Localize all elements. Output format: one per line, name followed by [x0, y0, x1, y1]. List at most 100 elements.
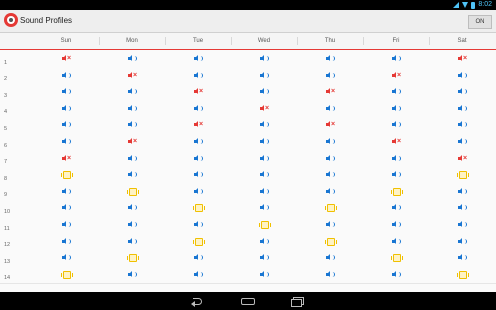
schedule-cell[interactable]: × — [297, 86, 363, 98]
schedule-cell[interactable] — [99, 103, 165, 115]
schedule-cell[interactable] — [33, 136, 99, 148]
schedule-cell[interactable] — [297, 252, 363, 264]
schedule-cell[interactable] — [231, 53, 297, 65]
schedule-cell[interactable] — [165, 136, 231, 148]
schedule-cell[interactable] — [99, 186, 165, 198]
back-icon[interactable] — [190, 295, 206, 307]
schedule-cell[interactable] — [297, 103, 363, 115]
schedule-cell[interactable] — [33, 236, 99, 248]
schedule-cell[interactable] — [231, 269, 297, 281]
schedule-cell[interactable] — [231, 153, 297, 165]
schedule-cell[interactable]: × — [429, 153, 495, 165]
schedule-cell[interactable] — [165, 70, 231, 82]
schedule-cell[interactable] — [231, 202, 297, 214]
schedule-cell[interactable] — [429, 236, 495, 248]
schedule-cell[interactable] — [363, 269, 429, 281]
schedule-cell[interactable] — [231, 136, 297, 148]
schedule-cell[interactable] — [231, 219, 297, 231]
schedule-cell[interactable] — [297, 70, 363, 82]
schedule-cell[interactable]: × — [429, 53, 495, 65]
schedule-cell[interactable] — [33, 269, 99, 281]
schedule-cell[interactable]: × — [363, 70, 429, 82]
schedule-cell[interactable] — [429, 86, 495, 98]
home-icon[interactable] — [241, 295, 255, 307]
schedule-cell[interactable] — [231, 119, 297, 131]
schedule-cell[interactable] — [297, 153, 363, 165]
schedule-cell[interactable] — [165, 169, 231, 181]
schedule-cell[interactable] — [429, 202, 495, 214]
schedule-cell[interactable] — [429, 70, 495, 82]
schedule-cell[interactable] — [429, 169, 495, 181]
schedule-cell[interactable] — [297, 202, 363, 214]
recent-apps-icon[interactable] — [291, 295, 305, 307]
schedule-cell[interactable]: × — [99, 70, 165, 82]
schedule-cell[interactable] — [165, 153, 231, 165]
sound-profiles-app-icon[interactable] — [4, 13, 18, 27]
schedule-cell[interactable] — [363, 53, 429, 65]
schedule-cell[interactable] — [297, 169, 363, 181]
schedule-cell[interactable] — [165, 53, 231, 65]
schedule-cell[interactable] — [165, 186, 231, 198]
schedule-cell[interactable] — [363, 186, 429, 198]
schedule-cell[interactable] — [429, 103, 495, 115]
schedule-cell[interactable] — [429, 219, 495, 231]
schedule-cell[interactable] — [33, 219, 99, 231]
schedule-cell[interactable]: × — [99, 136, 165, 148]
schedule-cell[interactable] — [363, 236, 429, 248]
schedule-cell[interactable] — [33, 202, 99, 214]
schedule-cell[interactable] — [429, 186, 495, 198]
schedule-cell[interactable] — [297, 219, 363, 231]
schedule-cell[interactable] — [165, 202, 231, 214]
schedule-cell[interactable] — [429, 119, 495, 131]
schedule-cell[interactable] — [297, 236, 363, 248]
schedule-cell[interactable] — [429, 252, 495, 264]
schedule-cell[interactable] — [231, 252, 297, 264]
schedule-cell[interactable] — [33, 252, 99, 264]
schedule-cell[interactable] — [297, 186, 363, 198]
schedule-cell[interactable]: × — [363, 136, 429, 148]
schedule-cell[interactable] — [33, 119, 99, 131]
schedule-cell[interactable] — [231, 169, 297, 181]
schedule-cell[interactable] — [99, 202, 165, 214]
schedule-cell[interactable]: × — [33, 153, 99, 165]
schedule-cell[interactable] — [99, 119, 165, 131]
schedule-cell[interactable] — [99, 219, 165, 231]
schedule-cell[interactable] — [99, 236, 165, 248]
schedule-cell[interactable]: × — [165, 119, 231, 131]
schedule-cell[interactable] — [99, 169, 165, 181]
schedule-cell[interactable] — [363, 252, 429, 264]
schedule-cell[interactable] — [429, 136, 495, 148]
schedule-cell[interactable]: × — [165, 86, 231, 98]
schedule-cell[interactable] — [33, 70, 99, 82]
schedule-cell[interactable] — [231, 186, 297, 198]
schedule-cell[interactable] — [165, 103, 231, 115]
schedule-cell[interactable] — [99, 153, 165, 165]
schedule-cell[interactable] — [363, 219, 429, 231]
schedule-cell[interactable] — [165, 236, 231, 248]
schedule-cell[interactable] — [99, 86, 165, 98]
schedule-cell[interactable] — [297, 269, 363, 281]
schedule-cell[interactable] — [165, 219, 231, 231]
schedule-cell[interactable] — [363, 86, 429, 98]
schedule-cell[interactable] — [165, 252, 231, 264]
schedule-cell[interactable] — [363, 202, 429, 214]
schedule-cell[interactable] — [363, 103, 429, 115]
schedule-cell[interactable]: × — [33, 53, 99, 65]
schedule-cell[interactable] — [33, 186, 99, 198]
schedule-cell[interactable] — [99, 53, 165, 65]
schedule-cell[interactable] — [297, 53, 363, 65]
schedule-cell[interactable] — [231, 86, 297, 98]
schedule-cell[interactable] — [33, 86, 99, 98]
schedule-cell[interactable] — [297, 136, 363, 148]
profiles-on-toggle[interactable]: ON — [468, 15, 492, 29]
schedule-cell[interactable]: × — [297, 119, 363, 131]
schedule-cell[interactable] — [363, 119, 429, 131]
schedule-cell[interactable]: × — [231, 103, 297, 115]
schedule-cell[interactable] — [165, 269, 231, 281]
schedule-cell[interactable] — [33, 169, 99, 181]
schedule-cell[interactable] — [231, 236, 297, 248]
schedule-cell[interactable] — [33, 103, 99, 115]
schedule-cell[interactable] — [363, 153, 429, 165]
schedule-cell[interactable] — [231, 70, 297, 82]
schedule-cell[interactable] — [99, 252, 165, 264]
